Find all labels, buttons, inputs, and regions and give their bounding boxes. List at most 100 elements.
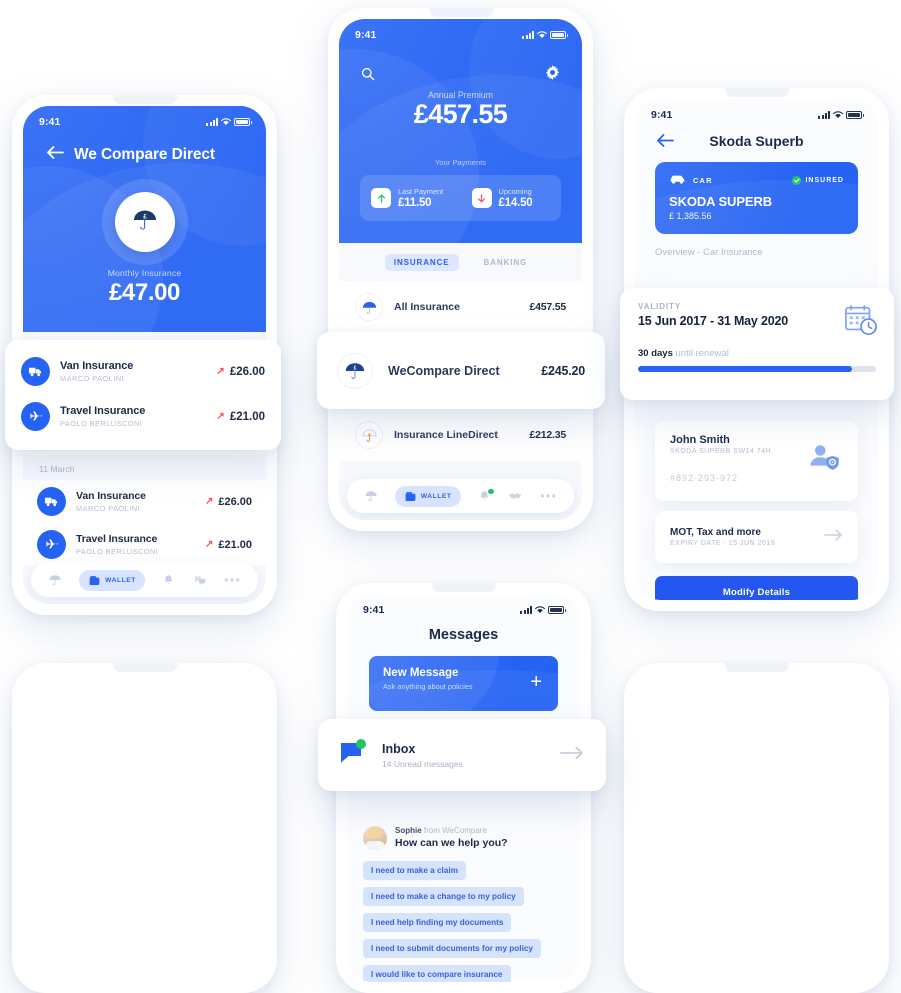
tab-bar: INSURANCE BANKING bbox=[339, 243, 582, 281]
nav-bell[interactable] bbox=[478, 488, 494, 503]
brand-badge: £ bbox=[101, 179, 188, 265]
transaction-payee: MARCO PAOLINI bbox=[76, 504, 141, 514]
battery-icon bbox=[234, 118, 252, 126]
payments-card: Last Payment £11.50 Upcoming £14.50 bbox=[360, 175, 561, 221]
validity-label: VALIDITY bbox=[638, 302, 682, 311]
new-message-title: New Message bbox=[383, 667, 459, 679]
insurance-amount: £212.35 bbox=[529, 429, 566, 441]
status-bar: 9:41 bbox=[339, 19, 582, 45]
payment-upcoming[interactable]: Upcoming £14.50 bbox=[461, 187, 562, 209]
status-time: 9:41 bbox=[355, 29, 377, 41]
payment-amount: £14.50 bbox=[498, 196, 533, 209]
insurance-amount: £457.55 bbox=[529, 301, 566, 313]
svg-text:£: £ bbox=[354, 365, 357, 371]
transaction-row[interactable]: Travel Insurance PAOLO BERLUSCONI ↗ £21.… bbox=[5, 394, 281, 439]
avatar bbox=[363, 826, 387, 850]
floating-insurance-card[interactable]: £ WeCompare Direct £245.20 bbox=[317, 332, 605, 409]
status-badge: INSURED bbox=[805, 176, 844, 184]
insurance-row[interactable]: All Insurance £457.55 bbox=[339, 281, 582, 333]
plane-icon bbox=[21, 402, 50, 431]
chat-option[interactable]: I need to make a claim bbox=[363, 861, 466, 880]
annual-premium-amount: £457.55 bbox=[413, 99, 508, 129]
your-payments-label: Your Payments bbox=[434, 158, 487, 167]
green-dot-icon bbox=[356, 738, 366, 749]
page-title: Messages bbox=[428, 627, 499, 643]
transaction-row[interactable]: Van Insurance MARCO PAOLINI ↗ £26.00 bbox=[5, 349, 281, 394]
vehicle-card[interactable]: CAR INSURED SKODA SUPERB £ 1,385.56 bbox=[655, 162, 858, 234]
transaction-amount: ↗ £26.00 bbox=[204, 495, 252, 508]
battery-icon bbox=[846, 111, 864, 119]
transaction-name: Travel Insurance bbox=[76, 532, 158, 545]
floating-transactions-card: Van Insurance MARCO PAOLINI ↗ £26.00 Tra… bbox=[5, 340, 281, 450]
new-message-subtitle: Ask anything about policies bbox=[383, 682, 473, 691]
page-title: Skoda Superb bbox=[709, 133, 804, 149]
nav-wallet-label: WALLET bbox=[420, 492, 452, 500]
floating-inbox-card[interactable]: Inbox 14 Unread messages bbox=[318, 719, 606, 791]
payment-label: Last Payment bbox=[398, 187, 444, 197]
overview-label: Overview - Car Insurance bbox=[655, 247, 763, 258]
date-group-label: 11 March bbox=[39, 464, 75, 474]
vehicle-price: £ 1,385.56 bbox=[669, 211, 712, 221]
phone-paperless: 9:41 Go Paperless! You can create new fo… bbox=[624, 663, 889, 993]
transaction-payee: PAOLO BERLUSCONI bbox=[76, 547, 159, 557]
mot-card[interactable]: MOT, Tax and more EXPIRY DATE - 15 JUN 2… bbox=[655, 511, 858, 563]
inbox-title: Inbox bbox=[382, 741, 416, 756]
nav-bell[interactable] bbox=[162, 574, 175, 587]
user-shield-icon bbox=[808, 443, 842, 480]
mot-title: MOT, Tax and more bbox=[670, 527, 761, 538]
renewal-days: 30 days bbox=[638, 348, 673, 359]
insurance-amount: £245.20 bbox=[541, 363, 585, 378]
wifi-icon bbox=[833, 111, 843, 119]
chat-option[interactable]: I need to make a change to my policy bbox=[363, 887, 524, 906]
nav-wallet[interactable]: WALLET bbox=[79, 569, 145, 591]
nav-chat[interactable] bbox=[193, 574, 207, 587]
payment-last[interactable]: Last Payment £11.50 bbox=[360, 187, 461, 209]
van-icon bbox=[21, 357, 50, 386]
floating-validity-card: VALIDITY 15 Jun 2017 - 31 May 2020 30 da… bbox=[620, 288, 894, 400]
transaction-row[interactable]: Travel Insurance PAOLO BERLUSCONI ↗ £21.… bbox=[23, 523, 266, 566]
payment-label: Upcoming bbox=[498, 187, 532, 197]
mockup-stage: 9:41 We Compare Direct £ Monthly Insuran… bbox=[0, 0, 901, 993]
wifi-icon bbox=[535, 606, 545, 614]
chat-sender: Sophie from WeCompare bbox=[395, 826, 487, 835]
plus-icon: + bbox=[530, 671, 542, 693]
inbox-subtitle: 14 Unread messages bbox=[382, 758, 463, 769]
owner-card[interactable]: John Smith SKODA SUPERB SW14 74H #892-29… bbox=[655, 421, 858, 501]
chat-option[interactable]: I need help finding my documents bbox=[363, 913, 512, 932]
battery-icon bbox=[548, 606, 566, 614]
insurance-name: WeCompare Direct bbox=[388, 363, 500, 378]
payment-amount: £11.50 bbox=[398, 196, 432, 209]
arrow-up-right-icon: ↗ bbox=[216, 411, 225, 422]
arrow-up-right-icon: ↗ bbox=[204, 539, 214, 550]
umbrella-blue-icon bbox=[355, 293, 383, 321]
search-icon[interactable] bbox=[361, 67, 375, 86]
nav-wallet[interactable]: WALLET bbox=[394, 485, 461, 507]
chat-question: How can we help you? bbox=[395, 837, 508, 849]
chat-option[interactable]: I would like to compare insurance bbox=[363, 965, 511, 982]
transaction-amount: ↗ £26.00 bbox=[216, 365, 265, 378]
page-title: We Compare Direct bbox=[73, 146, 215, 163]
bottom-navigation: WALLET ••• bbox=[347, 479, 574, 513]
arrow-up-icon bbox=[371, 188, 391, 208]
modify-details-button[interactable]: Modify Details bbox=[655, 576, 858, 600]
nav-umbrella[interactable] bbox=[48, 573, 62, 587]
new-message-button[interactable]: New Message Ask anything about policies … bbox=[369, 656, 558, 711]
umbrella-pound-icon: £ bbox=[130, 205, 160, 240]
nav-umbrella[interactable] bbox=[364, 489, 378, 503]
transaction-row[interactable]: Van Insurance MARCO PAOLINI ↗ £26.00 bbox=[23, 480, 266, 523]
van-icon bbox=[37, 487, 66, 516]
umbrella-pound-icon: £ bbox=[337, 352, 373, 389]
chat-option[interactable]: I need to submit documents for my policy bbox=[363, 939, 541, 958]
monthly-insurance-amount: £47.00 bbox=[108, 279, 180, 306]
gear-icon[interactable] bbox=[545, 65, 560, 85]
green-dot-icon bbox=[488, 488, 494, 494]
nav-handshake[interactable] bbox=[508, 490, 523, 503]
insurance-row[interactable]: £ Insurance LineDirect £212.35 bbox=[339, 409, 582, 461]
status-bar: 9:41 bbox=[347, 594, 580, 620]
mot-expiry: EXPIRY DATE - 15 JUN 2019 bbox=[670, 540, 776, 547]
transaction-name: Van Insurance bbox=[60, 359, 134, 372]
bottom-navigation: WALLET ••• bbox=[31, 563, 258, 597]
tab-banking[interactable]: BANKING bbox=[475, 254, 537, 271]
monthly-insurance-label: Monthly Insurance bbox=[107, 268, 182, 278]
tab-insurance[interactable]: INSURANCE bbox=[384, 254, 459, 271]
